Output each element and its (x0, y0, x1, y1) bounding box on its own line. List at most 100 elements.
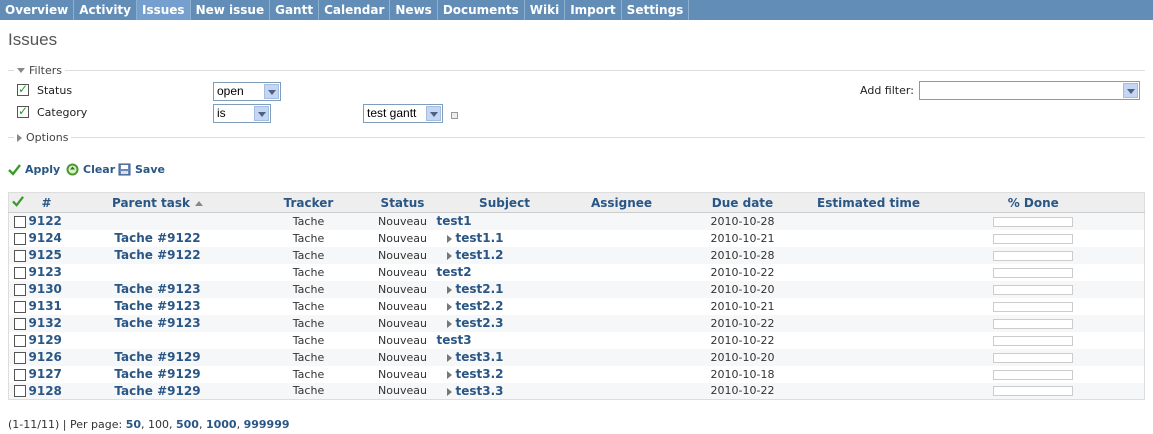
issue-id-link[interactable]: 9130 (29, 282, 62, 296)
row-checkbox[interactable] (13, 334, 26, 347)
column-estimated-time[interactable]: Estimated time (814, 192, 923, 213)
row-checkbox[interactable] (13, 249, 26, 262)
parent-task-link[interactable]: Tache #9129 (114, 350, 200, 364)
category-filter-checkbox[interactable] (17, 104, 29, 118)
issue-id-link[interactable]: 9131 (29, 299, 62, 313)
issue-id-link[interactable]: 9127 (29, 367, 62, 381)
subject-link[interactable]: test3 (437, 333, 472, 347)
row-checkbox[interactable] (13, 385, 26, 398)
subject-link[interactable]: test2.2 (456, 299, 504, 313)
status-cell: Nouveau (368, 212, 437, 230)
issue-id-link[interactable]: 9122 (29, 214, 62, 228)
filters-toggle[interactable]: Filters (14, 64, 65, 77)
tab-gantt[interactable]: Gantt (270, 0, 320, 20)
issue-id-link[interactable]: 9123 (29, 265, 62, 279)
subject-link[interactable]: test2.1 (456, 282, 504, 296)
tab-activity[interactable]: Activity (74, 0, 137, 20)
save-button[interactable]: Save (118, 163, 165, 176)
row-checkbox[interactable] (13, 266, 26, 279)
table-row[interactable]: 9128 Tache #9129 Tache Nouveau test3.3 2010-1… (8, 382, 1145, 400)
table-row[interactable]: 9130 Tache #9123 Tache Nouveau test2.1 2010-1… (8, 280, 1145, 298)
subject-link[interactable]: test3.3 (456, 384, 504, 398)
table-row[interactable]: 9123 Tache Nouveau test2 2010-10-22 (8, 263, 1145, 281)
tab-overview[interactable]: Overview (0, 0, 75, 20)
table-row[interactable]: 9124 Tache #9122 Tache Nouveau test1.1 2010-1… (8, 229, 1145, 247)
row-checkbox[interactable] (13, 351, 26, 364)
tab-settings[interactable]: Settings (622, 0, 690, 20)
row-checkbox[interactable] (13, 283, 26, 296)
per-page-500[interactable]: 500 (176, 418, 199, 431)
subject-link[interactable]: test3.1 (456, 350, 504, 364)
table-row[interactable]: 9132 Tache #9123 Tache Nouveau test2.3 2010-1… (8, 314, 1145, 332)
subject-cell: test3.3 (436, 382, 573, 400)
column-subject[interactable]: Subject (436, 192, 573, 213)
tab-news[interactable]: News (390, 0, 438, 20)
tab-import[interactable]: Import (565, 0, 622, 20)
status-operator-select[interactable]: open (213, 82, 281, 101)
category-value-select[interactable]: test gantt (363, 104, 443, 123)
column-id[interactable]: # (26, 192, 67, 213)
row-checkbox[interactable] (13, 300, 26, 313)
tab-issues[interactable]: Issues (137, 0, 191, 20)
issue-id-link[interactable]: 9124 (29, 231, 62, 245)
parent-task-link[interactable]: Tache #9123 (114, 316, 200, 330)
subject-link[interactable]: test1 (437, 214, 472, 228)
parent-task-link[interactable]: Tache #9129 (114, 384, 200, 398)
row-checkbox[interactable] (13, 232, 26, 245)
row-checkbox[interactable] (13, 368, 26, 381)
done-cell (922, 314, 1145, 332)
tab-wiki[interactable]: Wiki (525, 0, 566, 20)
apply-button[interactable]: Apply (8, 163, 60, 176)
parent-task-link[interactable]: Tache #9129 (114, 367, 200, 381)
tab-new-issue[interactable]: New issue (191, 0, 271, 20)
parent-task-link[interactable]: Tache #9122 (114, 248, 200, 262)
parent-task-link[interactable]: Tache #9122 (114, 231, 200, 245)
parent-task-link[interactable]: Tache #9123 (114, 299, 200, 313)
row-checkbox-cell (8, 365, 27, 383)
table-row[interactable]: 9127 Tache #9129 Tache Nouveau test3.2 2010-1… (8, 365, 1145, 383)
column-due-date[interactable]: Due date (670, 192, 815, 213)
column-assignee[interactable]: Assignee (572, 192, 671, 213)
subject-link[interactable]: test1.2 (456, 248, 504, 262)
per-page-999999[interactable]: 999999 (244, 418, 290, 431)
row-checkbox[interactable] (13, 317, 26, 330)
tracker-cell: Tache (248, 212, 369, 230)
column-done[interactable]: % Done (922, 192, 1145, 213)
column-status[interactable]: Status (368, 192, 437, 213)
issue-id-cell: 9132 (26, 314, 67, 332)
add-filter-select[interactable] (919, 81, 1140, 100)
status-cell: Nouveau (368, 297, 437, 315)
tab-calendar[interactable]: Calendar (319, 0, 391, 20)
table-row[interactable]: 9131 Tache #9123 Tache Nouveau test2.2 2010-1… (8, 297, 1145, 315)
table-row[interactable]: 9125 Tache #9122 Tache Nouveau test1.2 2010-1… (8, 246, 1145, 264)
parent-task-link[interactable]: Tache #9123 (114, 282, 200, 296)
column-tracker[interactable]: Tracker (248, 192, 369, 213)
clear-button[interactable]: Clear (66, 163, 115, 176)
per-page-50[interactable]: 50 (126, 418, 141, 431)
per-page-1000[interactable]: 1000 (206, 418, 237, 431)
pagination: (1-11/11) | Per page: 50, 100, 500, 1000… (8, 418, 290, 431)
subject-link[interactable]: test2.3 (456, 316, 504, 330)
table-row[interactable]: 9122 Tache Nouveau test1 2010-10-28 (8, 212, 1145, 230)
subject-link[interactable]: test3.2 (456, 367, 504, 381)
issue-id-link[interactable]: 9126 (29, 350, 62, 364)
tracker-cell: Tache (248, 365, 369, 383)
remove-filter-icon[interactable] (451, 112, 458, 119)
issue-id-link[interactable]: 9125 (29, 248, 62, 262)
options-toggle[interactable]: Options (14, 131, 72, 144)
tab-documents[interactable]: Documents (438, 0, 525, 20)
status-filter-checkbox[interactable] (17, 82, 29, 96)
progress-bar (993, 284, 1074, 295)
issue-id-link[interactable]: 9128 (29, 384, 62, 398)
subject-link[interactable]: test2 (437, 265, 472, 279)
table-row[interactable]: 9126 Tache #9129 Tache Nouveau test3.1 2010-1… (8, 348, 1145, 366)
column-parent-task[interactable]: Parent task (66, 192, 249, 213)
issue-id-link[interactable]: 9129 (29, 333, 62, 347)
parent-task-cell: Tache #9129 (66, 382, 249, 400)
table-row[interactable]: 9129 Tache Nouveau test3 2010-10-22 (8, 331, 1145, 349)
issue-id-link[interactable]: 9132 (29, 316, 62, 330)
subject-link[interactable]: test1.1 (456, 231, 504, 245)
row-checkbox[interactable] (13, 215, 26, 228)
category-operator-select[interactable]: is (213, 104, 271, 123)
toggle-all-checkbox[interactable] (8, 192, 27, 213)
